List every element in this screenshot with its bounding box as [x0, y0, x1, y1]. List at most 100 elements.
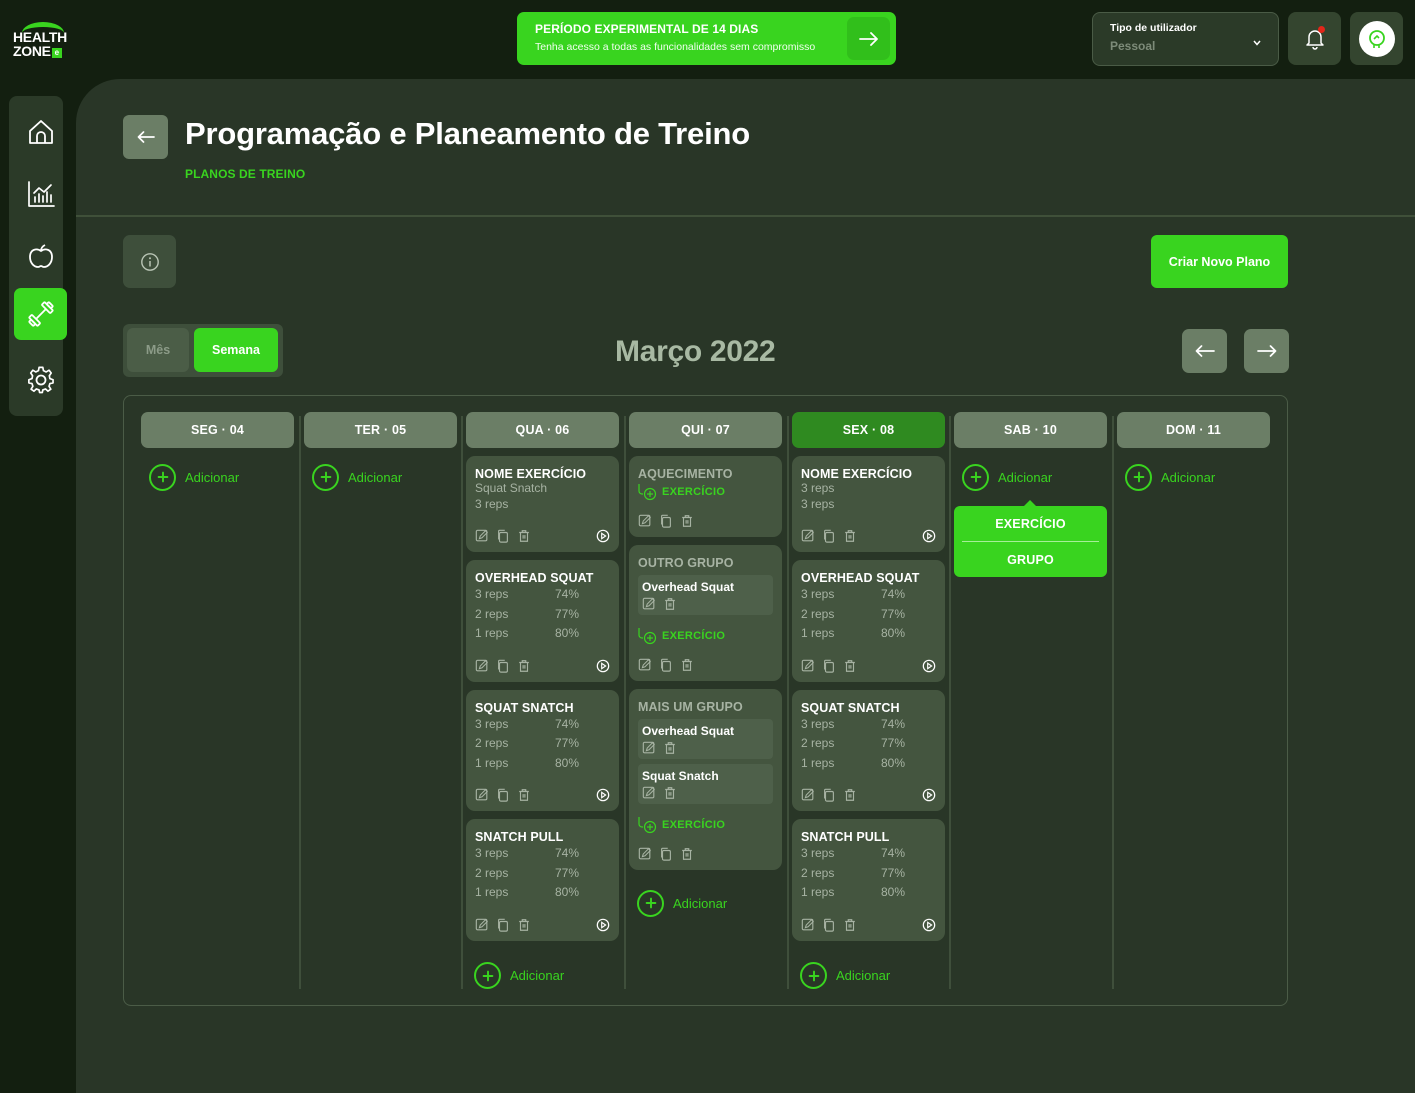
sidebar-item-home[interactable]: [14, 106, 67, 158]
edit-icon[interactable]: [801, 918, 815, 932]
day-header-today[interactable]: SEX · 08: [792, 412, 945, 448]
sidebar-item-nutrition[interactable]: [14, 230, 67, 282]
add-button[interactable]: Adicionar: [1125, 462, 1270, 492]
sidebar-item-settings[interactable]: [14, 354, 67, 406]
copy-icon[interactable]: [822, 659, 836, 673]
trash-icon[interactable]: [517, 529, 531, 543]
info-button[interactable]: [123, 235, 176, 288]
add-button[interactable]: Adicionar: [800, 961, 945, 991]
prev-week-button[interactable]: [1182, 329, 1227, 373]
add-button[interactable]: Adicionar: [637, 888, 782, 918]
copy-icon[interactable]: [822, 918, 836, 932]
play-icon[interactable]: [922, 788, 936, 802]
exercise-card[interactable]: NOME EXERCÍCIO 3 reps 3 reps: [792, 456, 945, 552]
day-header[interactable]: DOM · 11: [1117, 412, 1270, 448]
trash-icon[interactable]: [663, 741, 677, 755]
copy-icon[interactable]: [496, 529, 510, 543]
popover-item-exercise[interactable]: EXERCÍCIO: [954, 506, 1107, 541]
add-exercise-link[interactable]: EXERCÍCIO: [638, 627, 773, 645]
back-button[interactable]: [123, 115, 168, 159]
profile-button[interactable]: [1350, 12, 1403, 65]
edit-icon[interactable]: [475, 788, 489, 802]
copy-icon[interactable]: [659, 514, 673, 528]
edit-icon[interactable]: [801, 529, 815, 543]
add-button[interactable]: Adicionar: [312, 462, 457, 492]
copy-icon[interactable]: [496, 918, 510, 932]
copy-icon[interactable]: [496, 788, 510, 802]
sidebar-item-stats[interactable]: [14, 168, 67, 220]
notifications-button[interactable]: [1288, 12, 1341, 65]
trash-icon[interactable]: [843, 529, 857, 543]
day-header[interactable]: QUI · 07: [629, 412, 782, 448]
edit-icon[interactable]: [638, 847, 652, 861]
play-icon[interactable]: [596, 918, 610, 932]
add-exercise-link[interactable]: EXERCÍCIO: [638, 816, 773, 834]
trash-icon[interactable]: [680, 658, 694, 672]
view-month-button[interactable]: Mês: [127, 328, 189, 372]
group-exercise[interactable]: Overhead Squat: [638, 575, 773, 615]
copy-icon[interactable]: [822, 788, 836, 802]
play-icon[interactable]: [596, 529, 610, 543]
play-icon[interactable]: [922, 918, 936, 932]
trash-icon[interactable]: [517, 659, 531, 673]
trash-icon[interactable]: [843, 788, 857, 802]
exercise-card[interactable]: SQUAT SNATCH 3 reps 74% 2 reps 77% 1 rep…: [466, 689, 619, 811]
play-icon[interactable]: [922, 659, 936, 673]
copy-icon[interactable]: [659, 847, 673, 861]
edit-icon[interactable]: [642, 786, 656, 800]
edit-icon[interactable]: [642, 597, 656, 611]
app-logo[interactable]: HEALTH ZONE e: [12, 22, 70, 58]
play-icon[interactable]: [596, 659, 610, 673]
trial-arrow-button[interactable]: [847, 17, 890, 60]
edit-icon[interactable]: [475, 529, 489, 543]
edit-icon[interactable]: [638, 658, 652, 672]
exercise-card[interactable]: SNATCH PULL 3 reps 74% 2 reps 77% 1 reps…: [792, 819, 945, 941]
edit-icon[interactable]: [801, 659, 815, 673]
day-header[interactable]: QUA · 06: [466, 412, 619, 448]
exercise-card[interactable]: OVERHEAD SQUAT 3 reps 74% 2 reps 77% 1 r…: [792, 560, 945, 682]
copy-icon[interactable]: [659, 658, 673, 672]
trash-icon[interactable]: [663, 786, 677, 800]
add-button[interactable]: Adicionar: [474, 961, 619, 991]
group-card[interactable]: MAIS UM GRUPO Overhead Squat Squat Snatc…: [629, 689, 782, 870]
edit-icon[interactable]: [475, 918, 489, 932]
exercise-title: NOME EXERCÍCIO: [475, 467, 587, 481]
trash-icon[interactable]: [680, 847, 694, 861]
edit-icon[interactable]: [642, 741, 656, 755]
create-plan-button[interactable]: Criar Novo Plano: [1151, 235, 1288, 288]
trash-icon[interactable]: [663, 597, 677, 611]
exercise-card[interactable]: SQUAT SNATCH 3 reps 74% 2 reps 77% 1 rep…: [792, 689, 945, 811]
group-card[interactable]: AQUECIMENTO EXERCÍCIO: [629, 456, 782, 537]
edit-icon[interactable]: [475, 659, 489, 673]
play-icon[interactable]: [922, 529, 936, 543]
add-button[interactable]: Adicionar: [149, 462, 294, 492]
day-header[interactable]: TER · 05: [304, 412, 457, 448]
day-header[interactable]: SAB · 10: [954, 412, 1107, 448]
trial-banner[interactable]: PERÍODO EXPERIMENTAL DE 14 DIAS Tenha ac…: [517, 12, 896, 65]
popover-item-group[interactable]: GRUPO: [954, 542, 1107, 577]
add-button[interactable]: Adicionar: [962, 462, 1107, 492]
trash-icon[interactable]: [843, 918, 857, 932]
play-icon[interactable]: [596, 788, 610, 802]
exercise-card[interactable]: SNATCH PULL 3 reps 74% 2 reps 77% 1 reps…: [466, 819, 619, 941]
trash-icon[interactable]: [517, 788, 531, 802]
exercise-card[interactable]: NOME EXERCÍCIO Squat Snatch 3 reps: [466, 456, 619, 552]
add-exercise-link[interactable]: EXERCÍCIO: [638, 483, 773, 501]
exercise-card[interactable]: OVERHEAD SQUAT 3 reps 74% 2 reps 77% 1 r…: [466, 560, 619, 682]
trash-icon[interactable]: [680, 514, 694, 528]
trash-icon[interactable]: [843, 659, 857, 673]
group-card[interactable]: OUTRO GRUPO Overhead Squat EXERCÍCIO: [629, 545, 782, 681]
breadcrumb[interactable]: PLANOS DE TREINO: [185, 167, 305, 181]
user-type-select[interactable]: Tipo de utilizador Pessoal: [1092, 12, 1279, 66]
group-exercise[interactable]: Squat Snatch: [638, 764, 773, 804]
edit-icon[interactable]: [801, 788, 815, 802]
edit-icon[interactable]: [638, 514, 652, 528]
next-week-button[interactable]: [1244, 329, 1289, 373]
copy-icon[interactable]: [822, 529, 836, 543]
group-exercise[interactable]: Overhead Squat: [638, 719, 773, 759]
copy-icon[interactable]: [496, 659, 510, 673]
trash-icon[interactable]: [517, 918, 531, 932]
view-week-button[interactable]: Semana: [194, 328, 278, 372]
sidebar-item-training[interactable]: [14, 288, 67, 340]
day-header[interactable]: SEG · 04: [141, 412, 294, 448]
